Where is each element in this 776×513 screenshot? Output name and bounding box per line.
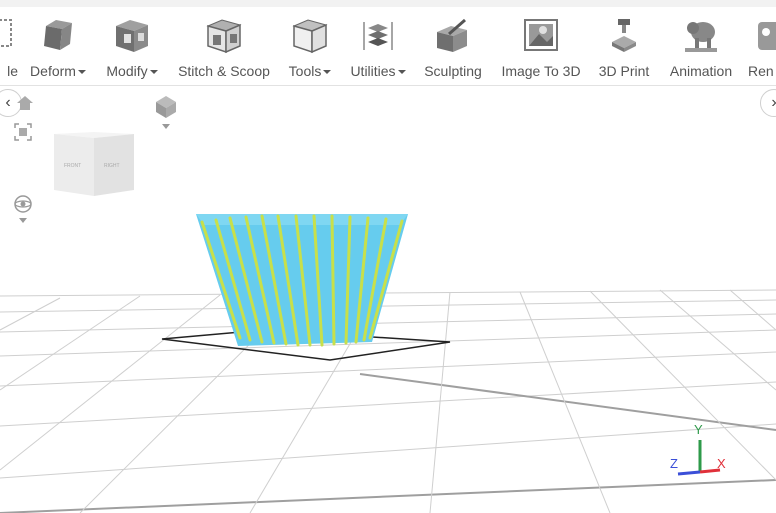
- chevron-down-icon: [323, 70, 332, 75]
- tools-icon: [292, 19, 328, 54]
- image-to-3d-icon: [524, 19, 558, 51]
- x-axis-label: X: [717, 456, 726, 471]
- home-icon[interactable]: [16, 95, 34, 111]
- toolbar-item-3d-print[interactable]: 3D Print: [592, 7, 656, 85]
- animation-icon: [685, 22, 717, 52]
- utilities-icon: [363, 22, 393, 50]
- toolbar-label: Modify: [100, 63, 164, 79]
- view-cube-front[interactable]: FRONT: [64, 163, 81, 169]
- ground-grid: [0, 289, 776, 513]
- deform-box-icon: [44, 20, 72, 50]
- toolbar-label: Tools: [282, 63, 338, 79]
- view-cube-right[interactable]: RIGHT: [104, 163, 120, 169]
- toolbar-item-stitch-scoop[interactable]: Stitch & Scoop: [172, 7, 276, 85]
- main-toolbar: le Deform Modify Stitch & Scoop Tools Ut…: [0, 7, 776, 86]
- chevron-down-icon: [77, 70, 86, 75]
- toolbar-item-tools[interactable]: Tools: [282, 7, 338, 85]
- toolbar-item-sculpting[interactable]: Sculpting: [418, 7, 488, 85]
- toolbar-label: le: [7, 63, 18, 79]
- dashed-box-icon: [0, 19, 12, 47]
- y-axis-label: Y: [694, 422, 703, 437]
- zoom-fit-icon[interactable]: [13, 122, 33, 142]
- toolbar-item-animation[interactable]: Animation: [662, 7, 740, 85]
- 3d-print-icon: [612, 19, 636, 52]
- orbit-icon[interactable]: [12, 194, 34, 228]
- toolbar-item-image-to-3d[interactable]: Image To 3D: [494, 7, 588, 85]
- 3d-viewport[interactable]: Y X Z FRONT RIGHT: [0, 86, 776, 513]
- toolbar-label: Utilities: [344, 63, 412, 79]
- toolbar-label: Sculpting: [424, 63, 482, 79]
- view-mode-icon[interactable]: [154, 94, 178, 132]
- toolbar-item-deform[interactable]: Deform: [24, 7, 92, 85]
- stitch-scoop-icon: [206, 19, 242, 54]
- chevron-right-icon: ›: [771, 95, 776, 111]
- toolbar-label: Animation: [669, 63, 733, 79]
- render-icon: [758, 22, 776, 50]
- toolbar-label: Stitch & Scoop: [178, 63, 270, 79]
- toolbar-label: Ren: [748, 63, 774, 79]
- modify-box-icon: [116, 20, 148, 52]
- toolbar-label: Deform: [24, 63, 92, 79]
- chevron-down-icon: [397, 70, 406, 75]
- view-cube[interactable]: FRONT RIGHT: [54, 132, 134, 196]
- vase-model[interactable]: [196, 214, 408, 347]
- axis-gizmo: Y X Z: [670, 422, 726, 476]
- top-strip: [0, 0, 776, 7]
- toolbar-label: Image To 3D: [501, 63, 581, 79]
- sculpting-icon: [437, 18, 467, 52]
- scene-canvas[interactable]: Y X Z FRONT RIGHT: [0, 86, 776, 513]
- chevron-left-icon: ‹: [5, 94, 11, 111]
- toolbar-item-file[interactable]: le: [0, 7, 18, 85]
- z-axis-label: Z: [670, 456, 678, 471]
- toolbar-item-utilities[interactable]: Utilities: [344, 7, 412, 85]
- toolbar-item-modify[interactable]: Modify: [100, 7, 164, 85]
- toolbar-label: 3D Print: [598, 63, 650, 79]
- toolbar-item-render[interactable]: Ren: [748, 7, 776, 85]
- chevron-down-icon: [149, 70, 158, 75]
